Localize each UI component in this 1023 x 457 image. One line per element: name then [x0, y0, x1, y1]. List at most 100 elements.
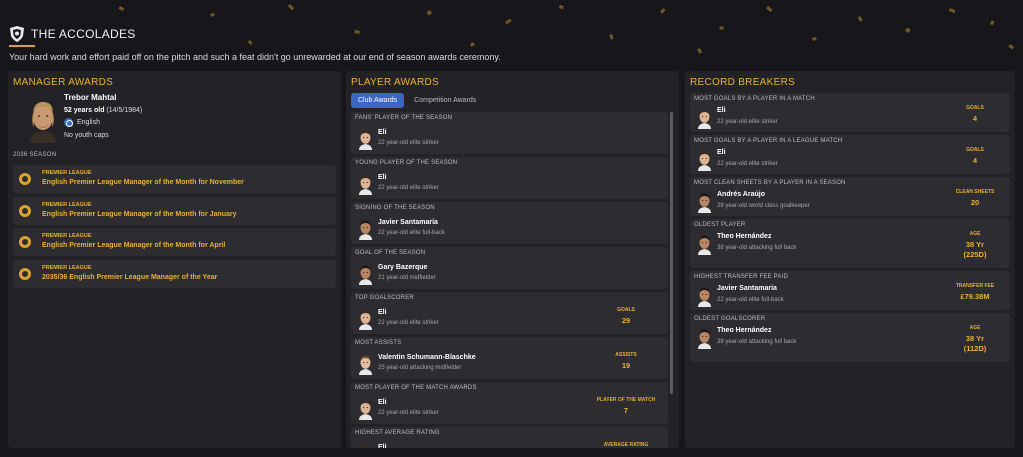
- manager-age-years: 52 years old: [64, 107, 105, 114]
- stat-block: AVERAGE RATING7.4: [596, 442, 656, 448]
- stat-value-secondary: (112D): [963, 344, 987, 353]
- award-card[interactable]: MOST GOALS BY A PLAYER IN A LEAGUE MATCH…: [690, 135, 1010, 174]
- award-category: MOST GOALS BY A PLAYER IN A MATCH: [694, 96, 815, 102]
- player-description: 22 year-old elite full-back: [378, 230, 445, 236]
- award-card[interactable]: GOAL OF THE SEASON Gary Bazerque 21 year-o…: [351, 247, 668, 289]
- stat-label: GOALS: [617, 307, 635, 313]
- award-card[interactable]: SIGNING OF THE SEASON Javier Santamaría 22…: [351, 202, 668, 244]
- stat-label: PLAYER OF THE MATCH: [596, 397, 656, 403]
- manager-photo[interactable]: [24, 97, 62, 143]
- manager-award-item[interactable]: PREMIER LEAGUE English Premier League Ma…: [13, 228, 336, 256]
- stat-value: 29: [621, 316, 631, 325]
- award-card[interactable]: MOST ASSISTS Valentin Schumann-Blaschke 25…: [351, 337, 668, 379]
- award-category: MOST GOALS BY A PLAYER IN A LEAGUE MATCH: [694, 138, 843, 144]
- award-card[interactable]: HIGHEST TRANSFER FEE PAID Javier Santamar…: [690, 271, 1010, 310]
- nationality-label: English: [77, 119, 100, 126]
- player-face-icon[interactable]: [696, 327, 713, 349]
- player-description: 22 year-old elite striker: [378, 185, 439, 191]
- player-name[interactable]: Eli: [378, 309, 387, 316]
- player-face-icon[interactable]: [696, 233, 713, 255]
- england-flag-icon: [64, 118, 73, 127]
- manager-award-item[interactable]: PREMIER LEAGUE English Premier League Ma…: [13, 165, 336, 193]
- award-category: GOAL OF THE SEASON: [355, 250, 426, 256]
- player-face-icon[interactable]: [357, 263, 374, 285]
- player-face-icon[interactable]: [696, 149, 713, 171]
- medal-icon: [19, 204, 31, 217]
- scrollbar[interactable]: [670, 112, 673, 394]
- award-competition: PREMIER LEAGUE: [42, 170, 92, 176]
- award-card[interactable]: TOP GOALSCORER Eli 22 year-old elite strik…: [351, 292, 668, 334]
- player-name[interactable]: Eli: [378, 129, 387, 136]
- player-description: 28 year-old world class goalkeeper: [717, 203, 810, 209]
- award-category: SIGNING OF THE SEASON: [355, 205, 435, 211]
- manager-award-item[interactable]: PREMIER LEAGUE English Premier League Ma…: [13, 196, 336, 225]
- award-name: English Premier League Manager of the Mo…: [42, 210, 237, 218]
- award-category: MOST ASSISTS: [355, 340, 402, 346]
- player-awards-panel: PLAYER AWARDS Club Awards Competition Aw…: [346, 71, 679, 448]
- player-description: 22 year-old elite striker: [378, 410, 439, 416]
- stat-block: TRANSFER FEE £79.38M: [945, 283, 1005, 301]
- manager-awards-panel: MANAGER AWARDS Trebor Mahtal 52 years ol…: [8, 71, 341, 448]
- stat-block: AGE 38 Yr (225D): [945, 231, 1005, 259]
- player-face-icon[interactable]: [357, 128, 374, 150]
- page-subtitle: Your hard work and effort paid off on th…: [9, 52, 501, 62]
- player-description: 22 year-old elite striker: [717, 119, 778, 125]
- award-tabs: Club Awards Competition Awards: [351, 93, 483, 108]
- page-title: THE ACCOLADES: [31, 27, 136, 41]
- manager-nationality: English: [64, 118, 100, 127]
- player-description: 38 year-old attacking full back: [717, 245, 797, 251]
- stat-block: PLAYER OF THE MATCH 7: [596, 397, 656, 415]
- player-name[interactable]: Eli: [378, 444, 387, 448]
- player-name[interactable]: Eli: [717, 149, 726, 156]
- player-face-icon[interactable]: [357, 443, 374, 448]
- player-face-icon[interactable]: [357, 308, 374, 330]
- award-category: FANS' PLAYER OF THE SEASON: [355, 115, 453, 121]
- player-face-icon[interactable]: [357, 353, 374, 375]
- player-name[interactable]: Theo Hernández: [717, 233, 771, 240]
- stat-block: AGE 38 Yr (112D): [945, 325, 1005, 353]
- award-card[interactable]: MOST PLAYER OF THE MATCH AWARDS Eli 22 yea…: [351, 382, 668, 424]
- player-name[interactable]: Eli: [378, 399, 387, 406]
- player-name[interactable]: Andrés Araújo: [717, 191, 765, 198]
- stat-block: GOALS 4: [945, 147, 1005, 165]
- award-card[interactable]: HIGHEST AVERAGE RATINGEli22 year-old eli…: [351, 427, 668, 448]
- stat-block: CLEAN SHEETS 20: [945, 189, 1005, 207]
- player-name[interactable]: Valentin Schumann-Blaschke: [378, 354, 476, 361]
- award-category: MOST CLEAN SHEETS BY A PLAYER IN A SEASO…: [694, 180, 846, 186]
- stat-label: CLEAN SHEETS: [955, 189, 995, 195]
- award-card[interactable]: MOST CLEAN SHEETS BY A PLAYER IN A SEASO…: [690, 177, 1010, 216]
- player-face-icon[interactable]: [696, 191, 713, 213]
- stat-value: 7: [623, 406, 629, 415]
- player-face-icon[interactable]: [357, 173, 374, 195]
- manager-age: 52 years old (14/5/1984): [64, 107, 142, 114]
- award-card[interactable]: YOUNG PLAYER OF THE SEASON Eli 22 year-old…: [351, 157, 668, 199]
- club-crest-icon: [10, 26, 24, 42]
- stat-value: 4: [972, 114, 978, 123]
- tab-club-awards[interactable]: Club Awards: [351, 93, 405, 108]
- player-description: 38 year-old attacking full back: [717, 339, 797, 345]
- award-competition: PREMIER LEAGUE: [42, 233, 92, 239]
- player-name[interactable]: Eli: [378, 174, 387, 181]
- award-card[interactable]: MOST GOALS BY A PLAYER IN A MATCH Eli 22 y…: [690, 93, 1010, 132]
- panel-title: PLAYER AWARDS: [351, 77, 439, 88]
- player-face-icon[interactable]: [357, 398, 374, 420]
- player-face-icon[interactable]: [357, 218, 374, 240]
- title-underline: [9, 45, 35, 47]
- award-category: HIGHEST TRANSFER FEE PAID: [694, 274, 789, 280]
- player-face-icon[interactable]: [696, 285, 713, 307]
- stat-value: 19: [621, 361, 631, 370]
- player-name[interactable]: Javier Santamaría: [378, 219, 438, 226]
- player-face-icon[interactable]: [696, 107, 713, 129]
- manager-name[interactable]: Trebor Mahtal: [64, 93, 116, 102]
- award-card[interactable]: OLDEST PLAYER Theo Hernández 38 year-old a…: [690, 219, 1010, 268]
- player-name[interactable]: Gary Bazerque: [378, 264, 427, 271]
- award-card[interactable]: OLDEST GOALSCORER Theo Hernández 38 year-o…: [690, 313, 1010, 362]
- stat-value-secondary: (225D): [963, 250, 987, 259]
- player-name[interactable]: Theo Hernández: [717, 327, 771, 334]
- player-name[interactable]: Javier Santamaría: [717, 285, 777, 292]
- manager-award-list: PREMIER LEAGUE English Premier League Ma…: [13, 165, 336, 291]
- player-name[interactable]: Eli: [717, 107, 726, 114]
- manager-award-item[interactable]: PREMIER LEAGUE 2035/36 English Premier L…: [13, 259, 336, 288]
- tab-competition-awards[interactable]: Competition Awards: [407, 93, 483, 108]
- award-card[interactable]: FANS' PLAYER OF THE SEASON Eli 22 year-old…: [351, 112, 668, 154]
